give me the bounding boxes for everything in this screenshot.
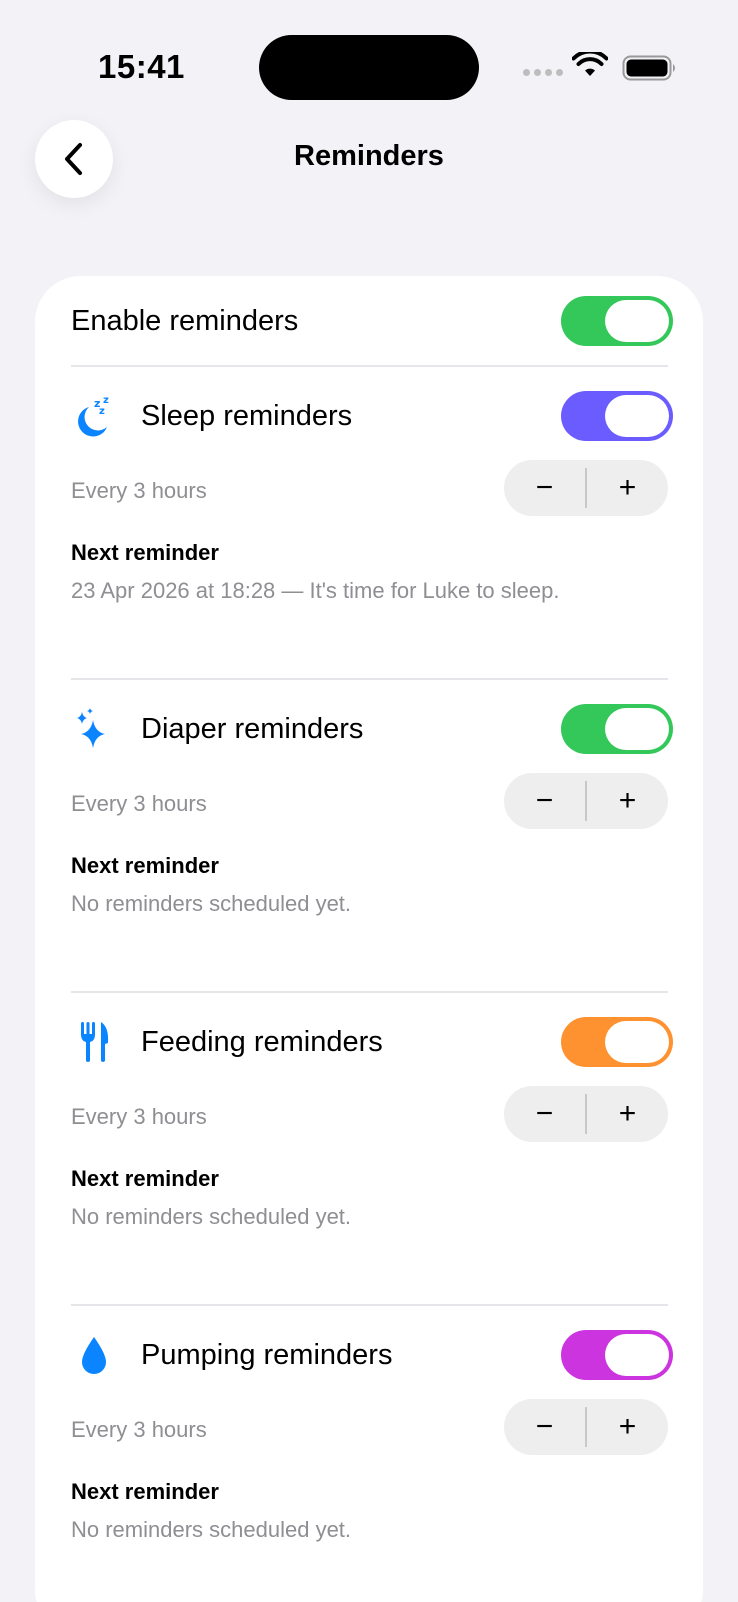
- increment-button[interactable]: +: [587, 773, 668, 829]
- next-reminder-label: Next reminder: [71, 1479, 219, 1504]
- enable-reminders-label: Enable reminders: [71, 304, 299, 337]
- feeding-frequency: Every 3 hours: [71, 1104, 207, 1129]
- sleep-reminders-toggle[interactable]: [561, 391, 673, 441]
- divider: [71, 1304, 668, 1306]
- next-reminder-text: 23 Apr 2026 at 18:28 — It's time for Luk…: [71, 578, 560, 603]
- page-title: Reminders: [294, 140, 444, 172]
- next-reminder-label: Next reminder: [71, 853, 219, 878]
- sleep-reminders-section: z z z Sleep reminders Every 3 hours − + …: [71, 368, 673, 678]
- sparkles-icon: [71, 706, 117, 752]
- feeding-reminders-section: Feeding reminders Every 3 hours − + Next…: [71, 994, 673, 1304]
- enable-reminders-row: Enable reminders: [71, 276, 673, 366]
- feeding-reminders-toggle[interactable]: [561, 1017, 673, 1067]
- decrement-button[interactable]: −: [504, 460, 585, 516]
- decrement-button[interactable]: −: [504, 773, 585, 829]
- diaper-reminders-title: Diaper reminders: [141, 712, 364, 745]
- feeding-frequency-stepper: − +: [504, 1086, 668, 1142]
- divider: [71, 365, 668, 367]
- pumping-reminders-section: Pumping reminders Every 3 hours − + Next…: [71, 1307, 673, 1602]
- diaper-reminders-section: Diaper reminders Every 3 hours − + Next …: [71, 681, 673, 991]
- increment-button[interactable]: +: [587, 1086, 668, 1142]
- diaper-frequency: Every 3 hours: [71, 791, 207, 816]
- fork-knife-icon: [71, 1019, 117, 1065]
- next-reminder-text: No reminders scheduled yet.: [71, 1517, 352, 1542]
- cellular-signal-icon: [523, 69, 563, 76]
- divider: [71, 991, 668, 993]
- pumping-reminders-toggle[interactable]: [561, 1330, 673, 1380]
- decrement-button[interactable]: −: [504, 1399, 585, 1455]
- moon-zzz-icon: z z z: [71, 393, 117, 439]
- increment-button[interactable]: +: [587, 460, 668, 516]
- battery-icon: [622, 55, 675, 81]
- status-time: 15:41: [98, 48, 185, 85]
- pumping-reminders-title: Pumping reminders: [141, 1338, 393, 1371]
- sleep-frequency: Every 3 hours: [71, 478, 207, 503]
- wifi-icon: [572, 52, 608, 76]
- diaper-frequency-stepper: − +: [504, 773, 668, 829]
- dynamic-island: [259, 35, 479, 100]
- sleep-frequency-stepper: − +: [504, 460, 668, 516]
- next-reminder-text: No reminders scheduled yet.: [71, 1204, 352, 1229]
- decrement-button[interactable]: −: [504, 1086, 585, 1142]
- next-reminder-label: Next reminder: [71, 1166, 219, 1191]
- feeding-reminders-title: Feeding reminders: [141, 1025, 383, 1058]
- pumping-frequency: Every 3 hours: [71, 1417, 207, 1442]
- sleep-reminders-title: Sleep reminders: [141, 399, 353, 432]
- next-reminder-text: No reminders scheduled yet.: [71, 891, 352, 916]
- divider: [71, 678, 668, 680]
- diaper-reminders-toggle[interactable]: [561, 704, 673, 754]
- pumping-frequency-stepper: − +: [504, 1399, 668, 1455]
- svg-text:z: z: [99, 406, 105, 417]
- next-reminder-label: Next reminder: [71, 540, 219, 565]
- increment-button[interactable]: +: [587, 1399, 668, 1455]
- enable-reminders-toggle[interactable]: [561, 296, 673, 346]
- svg-text:z: z: [103, 395, 109, 406]
- reminders-card: Enable reminders z z z Sleep reminders E…: [35, 276, 703, 1602]
- drop-icon: [71, 1332, 117, 1378]
